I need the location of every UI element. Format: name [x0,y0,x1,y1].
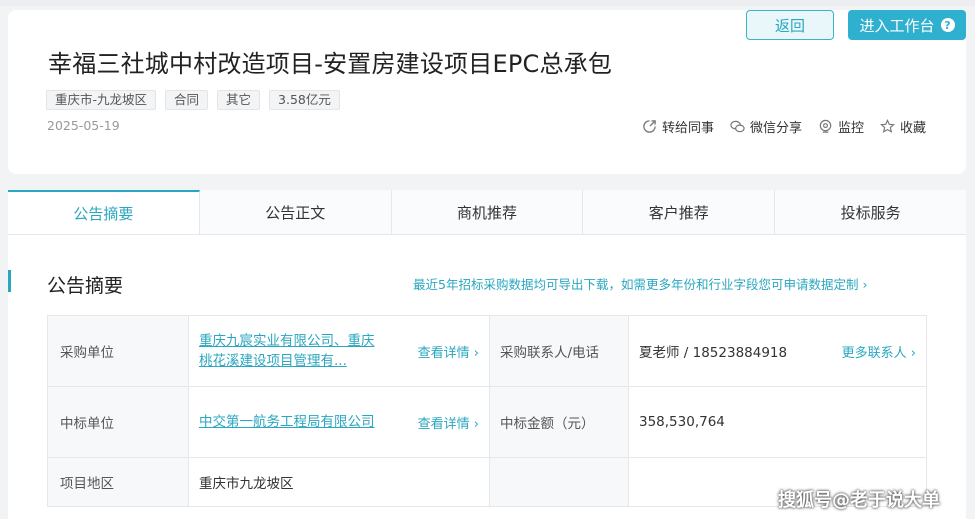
chevron-right-icon: › [862,277,868,292]
more-contacts-link[interactable]: 更多联系人 › [842,342,916,361]
wechat-share-button[interactable]: 微信分享 [730,117,802,136]
favorite-label: 收藏 [900,121,927,136]
tab-bid-service[interactable]: 投标服务 [775,190,966,234]
amount-label: 中标金额（元） [489,386,629,458]
chevron-right-icon: › [473,416,479,432]
winner-label: 中标单位 [47,386,189,458]
share-icon [643,120,656,133]
page-title: 幸福三社城中村改造项目-安置房建设项目EPC总承包 [48,50,613,78]
monitor-icon [819,119,832,133]
share-colleague-button[interactable]: 转给同事 [642,117,714,136]
section-title: 公告摘要 [47,275,124,297]
chevron-right-icon: › [910,345,916,361]
contact-value: 夏老师 / 18523884918 [639,345,788,361]
export-data-link[interactable]: 最近5年招标采购数据均可导出下载，如需更多年份和行业字段您可申请数据定制 › [413,274,867,293]
tag-category: 其它 [217,90,261,110]
purchaser-link[interactable]: 重庆九宸实业有限公司、重庆桃花溪建设项目管理有... [199,331,379,371]
purchaser-detail-link[interactable]: 查看详情 › [418,342,479,361]
wechat-share-label: 微信分享 [750,121,803,136]
chevron-right-icon: › [473,345,479,361]
purchaser-label: 采购单位 [47,315,189,387]
summary-table: 采购单位 重庆九宸实业有限公司、重庆桃花溪建设项目管理有... 查看详情 › 采… [47,315,927,507]
export-data-link-text: 最近5年招标采购数据均可导出下载，如需更多年份和行业字段您可申请数据定制 [413,277,859,292]
monitor-label: 监控 [838,121,865,136]
tab-summary[interactable]: 公告摘要 [8,190,200,234]
content-card: 公告摘要 公告正文 商机推荐 客户推荐 投标服务 公告摘要 最近5年招标采购数据… [8,190,966,519]
help-icon: ? [940,18,955,32]
favorite-button[interactable]: 收藏 [880,117,926,136]
empty-label [489,457,629,507]
workbench-button[interactable]: 进入工作台 ? [848,10,966,40]
wechat-icon [730,120,745,133]
tag-type: 合同 [165,90,209,110]
purchaser-detail-text: 查看详情 [417,345,470,361]
publish-date: 2025-05-19 [47,118,120,133]
winner-detail-text: 查看详情 [417,416,470,432]
watermark: 搜狐号@老于说大单 [778,490,940,511]
share-colleague-label: 转给同事 [662,121,715,136]
tag-region: 重庆市-九龙坡区 [46,90,157,110]
more-contacts-text: 更多联系人 [841,345,907,361]
top-strip [0,0,975,6]
back-button[interactable]: 返回 [746,10,834,40]
header-card: 幸福三社城中村改造项目-安置房建设项目EPC总承包 重庆市-九龙坡区 合同 其它… [8,10,966,174]
tag-amount: 3.58亿元 [269,90,340,110]
amount-value: 358,530,764 [628,386,927,458]
table-row: 采购单位 重庆九宸实业有限公司、重庆桃花溪建设项目管理有... 查看详情 › 采… [47,315,927,387]
tab-body[interactable]: 公告正文 [199,190,392,234]
winner-link[interactable]: 中交第一航务工程局有限公司 [199,412,379,432]
section-accent-bar [8,270,11,292]
tab-customers[interactable]: 客户推荐 [583,190,776,234]
winner-detail-link[interactable]: 查看详情 › [418,413,479,432]
monitor-button[interactable]: 监控 [818,117,864,136]
star-icon [880,119,896,133]
tab-opportunities[interactable]: 商机推荐 [391,190,584,234]
purchaser-cell: 重庆九宸实业有限公司、重庆桃花溪建设项目管理有... 查看详情 › [188,315,490,387]
table-row: 中标单位 中交第一航务工程局有限公司 查看详情 › 中标金额（元） 358,53… [47,386,927,458]
workbench-button-label: 进入工作台 [859,16,935,35]
region-value: 重庆市九龙坡区 [188,457,490,507]
action-bar: 转给同事 微信分享 监控 收藏 [642,117,926,136]
winner-cell: 中交第一航务工程局有限公司 查看详情 › [188,386,490,458]
tag-list: 重庆市-九龙坡区 合同 其它 3.58亿元 [46,90,340,110]
region-label: 项目地区 [47,457,189,507]
contact-label: 采购联系人/电话 [489,315,629,387]
tab-bar: 公告摘要 公告正文 商机推荐 客户推荐 投标服务 [8,190,966,235]
contact-cell: 夏老师 / 18523884918 更多联系人 › [628,315,927,387]
